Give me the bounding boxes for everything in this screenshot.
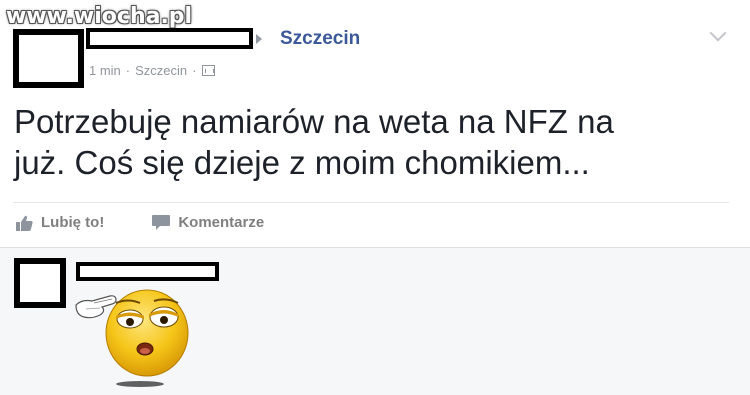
comment-label: Komentarze — [178, 214, 265, 231]
commenter-name-censored[interactable] — [76, 262, 219, 281]
post-text: Potrzebuję namiarów na weta na NFZ na ju… — [14, 101, 704, 183]
like-button[interactable]: Lubię to! — [16, 214, 104, 231]
watermark: www.wiocha.pl — [6, 4, 193, 29]
post-text-line: Potrzebuję namiarów na weta na NFZ na — [14, 103, 614, 140]
like-label: Lubię to! — [41, 214, 105, 231]
post-meta: 1 min · Szczecin · — [89, 63, 215, 78]
arrow-right-icon — [256, 34, 262, 44]
author-name-censored[interactable] — [86, 28, 253, 49]
post-text-line: już. Coś się dzieje z moim chomikiem... — [14, 144, 590, 181]
place-name[interactable]: Szczecin — [135, 63, 187, 78]
comment-button[interactable]: Komentarze — [152, 214, 264, 231]
post-actions: Lubię to! Komentarze — [16, 214, 264, 231]
meta-separator: · — [125, 63, 131, 78]
chevron-down-icon[interactable] — [709, 24, 727, 42]
post-card: www.wiocha.pl Szczecin 1 min · Szczecin … — [0, 0, 750, 248]
timestamp[interactable]: 1 min — [89, 63, 121, 78]
location-link[interactable]: Szczecin — [280, 28, 360, 50]
meta-separator: · — [192, 63, 197, 78]
author-avatar-censored[interactable] — [13, 29, 84, 88]
speech-bubble-icon — [152, 215, 171, 230]
commenter-avatar-censored[interactable] — [14, 258, 66, 308]
thumbs-up-icon — [16, 215, 33, 231]
unamused-emoji-icon — [75, 289, 189, 387]
divider — [13, 202, 729, 203]
privacy-icon[interactable] — [201, 65, 215, 76]
